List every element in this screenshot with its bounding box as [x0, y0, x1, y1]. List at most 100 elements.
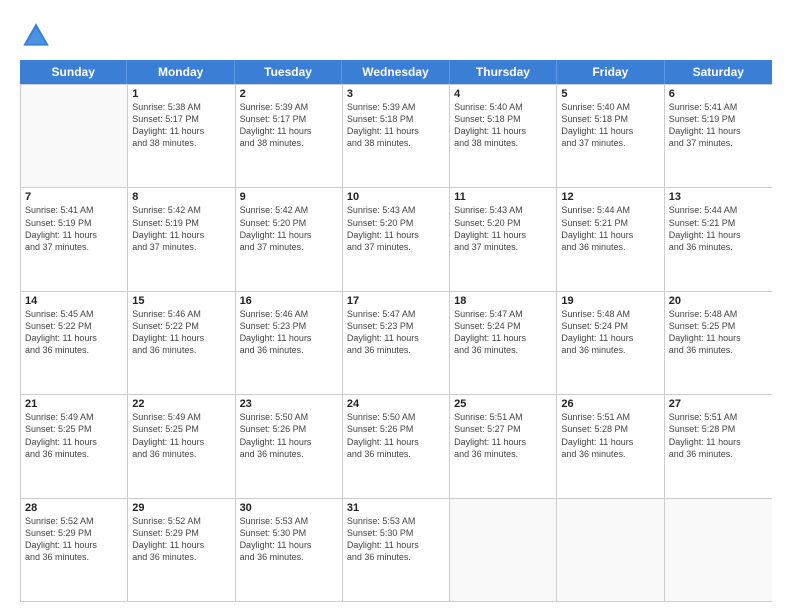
day-number: 25 — [454, 398, 552, 410]
day-cell-15: 15Sunrise: 5:46 AM Sunset: 5:22 PM Dayli… — [128, 292, 235, 394]
day-detail: Sunrise: 5:53 AM Sunset: 5:30 PM Dayligh… — [240, 515, 338, 564]
day-detail: Sunrise: 5:47 AM Sunset: 5:24 PM Dayligh… — [454, 308, 552, 357]
day-detail: Sunrise: 5:52 AM Sunset: 5:29 PM Dayligh… — [25, 515, 123, 564]
day-cell-11: 11Sunrise: 5:43 AM Sunset: 5:20 PM Dayli… — [450, 188, 557, 290]
day-detail: Sunrise: 5:42 AM Sunset: 5:20 PM Dayligh… — [240, 204, 338, 253]
day-detail: Sunrise: 5:45 AM Sunset: 5:22 PM Dayligh… — [25, 308, 123, 357]
day-cell-22: 22Sunrise: 5:49 AM Sunset: 5:25 PM Dayli… — [128, 395, 235, 497]
day-detail: Sunrise: 5:44 AM Sunset: 5:21 PM Dayligh… — [561, 204, 659, 253]
day-cell-10: 10Sunrise: 5:43 AM Sunset: 5:20 PM Dayli… — [343, 188, 450, 290]
calendar: SundayMondayTuesdayWednesdayThursdayFrid… — [20, 60, 772, 602]
day-detail: Sunrise: 5:43 AM Sunset: 5:20 PM Dayligh… — [347, 204, 445, 253]
day-number: 23 — [240, 398, 338, 410]
day-number: 2 — [240, 88, 338, 100]
day-cell-28: 28Sunrise: 5:52 AM Sunset: 5:29 PM Dayli… — [21, 499, 128, 601]
header-cell-wednesday: Wednesday — [342, 60, 449, 84]
day-cell-23: 23Sunrise: 5:50 AM Sunset: 5:26 PM Dayli… — [236, 395, 343, 497]
day-detail: Sunrise: 5:51 AM Sunset: 5:27 PM Dayligh… — [454, 411, 552, 460]
day-detail: Sunrise: 5:43 AM Sunset: 5:20 PM Dayligh… — [454, 204, 552, 253]
day-detail: Sunrise: 5:41 AM Sunset: 5:19 PM Dayligh… — [669, 101, 768, 150]
empty-cell — [557, 499, 664, 601]
day-number: 4 — [454, 88, 552, 100]
day-detail: Sunrise: 5:46 AM Sunset: 5:22 PM Dayligh… — [132, 308, 230, 357]
day-detail: Sunrise: 5:48 AM Sunset: 5:24 PM Dayligh… — [561, 308, 659, 357]
day-cell-30: 30Sunrise: 5:53 AM Sunset: 5:30 PM Dayli… — [236, 499, 343, 601]
day-detail: Sunrise: 5:46 AM Sunset: 5:23 PM Dayligh… — [240, 308, 338, 357]
day-number: 21 — [25, 398, 123, 410]
calendar-row: 7Sunrise: 5:41 AM Sunset: 5:19 PM Daylig… — [21, 187, 772, 290]
day-detail: Sunrise: 5:39 AM Sunset: 5:18 PM Dayligh… — [347, 101, 445, 150]
day-cell-4: 4Sunrise: 5:40 AM Sunset: 5:18 PM Daylig… — [450, 85, 557, 187]
day-number: 28 — [25, 502, 123, 514]
day-cell-20: 20Sunrise: 5:48 AM Sunset: 5:25 PM Dayli… — [665, 292, 772, 394]
day-detail: Sunrise: 5:40 AM Sunset: 5:18 PM Dayligh… — [561, 101, 659, 150]
day-number: 22 — [132, 398, 230, 410]
day-cell-27: 27Sunrise: 5:51 AM Sunset: 5:28 PM Dayli… — [665, 395, 772, 497]
page: SundayMondayTuesdayWednesdayThursdayFrid… — [0, 0, 792, 612]
header — [20, 16, 772, 52]
day-number: 16 — [240, 295, 338, 307]
day-cell-9: 9Sunrise: 5:42 AM Sunset: 5:20 PM Daylig… — [236, 188, 343, 290]
header-cell-sunday: Sunday — [20, 60, 127, 84]
logo-icon — [20, 20, 52, 52]
day-cell-25: 25Sunrise: 5:51 AM Sunset: 5:27 PM Dayli… — [450, 395, 557, 497]
day-number: 6 — [669, 88, 768, 100]
day-detail: Sunrise: 5:42 AM Sunset: 5:19 PM Dayligh… — [132, 204, 230, 253]
day-cell-26: 26Sunrise: 5:51 AM Sunset: 5:28 PM Dayli… — [557, 395, 664, 497]
day-cell-31: 31Sunrise: 5:53 AM Sunset: 5:30 PM Dayli… — [343, 499, 450, 601]
header-cell-thursday: Thursday — [450, 60, 557, 84]
day-cell-21: 21Sunrise: 5:49 AM Sunset: 5:25 PM Dayli… — [21, 395, 128, 497]
day-detail: Sunrise: 5:50 AM Sunset: 5:26 PM Dayligh… — [347, 411, 445, 460]
calendar-body: 1Sunrise: 5:38 AM Sunset: 5:17 PM Daylig… — [20, 84, 772, 602]
day-number: 10 — [347, 191, 445, 203]
day-cell-1: 1Sunrise: 5:38 AM Sunset: 5:17 PM Daylig… — [128, 85, 235, 187]
day-number: 30 — [240, 502, 338, 514]
day-cell-8: 8Sunrise: 5:42 AM Sunset: 5:19 PM Daylig… — [128, 188, 235, 290]
day-number: 27 — [669, 398, 768, 410]
day-detail: Sunrise: 5:38 AM Sunset: 5:17 PM Dayligh… — [132, 101, 230, 150]
day-detail: Sunrise: 5:48 AM Sunset: 5:25 PM Dayligh… — [669, 308, 768, 357]
calendar-row: 28Sunrise: 5:52 AM Sunset: 5:29 PM Dayli… — [21, 498, 772, 601]
day-number: 26 — [561, 398, 659, 410]
day-number: 8 — [132, 191, 230, 203]
day-cell-7: 7Sunrise: 5:41 AM Sunset: 5:19 PM Daylig… — [21, 188, 128, 290]
day-cell-6: 6Sunrise: 5:41 AM Sunset: 5:19 PM Daylig… — [665, 85, 772, 187]
day-cell-12: 12Sunrise: 5:44 AM Sunset: 5:21 PM Dayli… — [557, 188, 664, 290]
calendar-row: 21Sunrise: 5:49 AM Sunset: 5:25 PM Dayli… — [21, 394, 772, 497]
empty-cell — [665, 499, 772, 601]
day-detail: Sunrise: 5:51 AM Sunset: 5:28 PM Dayligh… — [669, 411, 768, 460]
day-number: 17 — [347, 295, 445, 307]
day-detail: Sunrise: 5:47 AM Sunset: 5:23 PM Dayligh… — [347, 308, 445, 357]
day-number: 13 — [669, 191, 768, 203]
day-number: 3 — [347, 88, 445, 100]
day-detail: Sunrise: 5:40 AM Sunset: 5:18 PM Dayligh… — [454, 101, 552, 150]
header-cell-friday: Friday — [557, 60, 664, 84]
day-number: 18 — [454, 295, 552, 307]
day-detail: Sunrise: 5:49 AM Sunset: 5:25 PM Dayligh… — [25, 411, 123, 460]
day-cell-13: 13Sunrise: 5:44 AM Sunset: 5:21 PM Dayli… — [665, 188, 772, 290]
day-cell-3: 3Sunrise: 5:39 AM Sunset: 5:18 PM Daylig… — [343, 85, 450, 187]
logo — [20, 20, 56, 52]
calendar-row: 1Sunrise: 5:38 AM Sunset: 5:17 PM Daylig… — [21, 84, 772, 187]
day-detail: Sunrise: 5:50 AM Sunset: 5:26 PM Dayligh… — [240, 411, 338, 460]
day-cell-19: 19Sunrise: 5:48 AM Sunset: 5:24 PM Dayli… — [557, 292, 664, 394]
calendar-row: 14Sunrise: 5:45 AM Sunset: 5:22 PM Dayli… — [21, 291, 772, 394]
day-detail: Sunrise: 5:44 AM Sunset: 5:21 PM Dayligh… — [669, 204, 768, 253]
day-detail: Sunrise: 5:52 AM Sunset: 5:29 PM Dayligh… — [132, 515, 230, 564]
day-detail: Sunrise: 5:41 AM Sunset: 5:19 PM Dayligh… — [25, 204, 123, 253]
day-cell-2: 2Sunrise: 5:39 AM Sunset: 5:17 PM Daylig… — [236, 85, 343, 187]
day-number: 29 — [132, 502, 230, 514]
day-number: 31 — [347, 502, 445, 514]
day-cell-14: 14Sunrise: 5:45 AM Sunset: 5:22 PM Dayli… — [21, 292, 128, 394]
empty-cell — [21, 85, 128, 187]
day-number: 20 — [669, 295, 768, 307]
day-number: 19 — [561, 295, 659, 307]
day-cell-16: 16Sunrise: 5:46 AM Sunset: 5:23 PM Dayli… — [236, 292, 343, 394]
day-cell-24: 24Sunrise: 5:50 AM Sunset: 5:26 PM Dayli… — [343, 395, 450, 497]
day-number: 24 — [347, 398, 445, 410]
day-number: 11 — [454, 191, 552, 203]
day-detail: Sunrise: 5:49 AM Sunset: 5:25 PM Dayligh… — [132, 411, 230, 460]
day-number: 5 — [561, 88, 659, 100]
day-number: 1 — [132, 88, 230, 100]
header-cell-saturday: Saturday — [665, 60, 772, 84]
